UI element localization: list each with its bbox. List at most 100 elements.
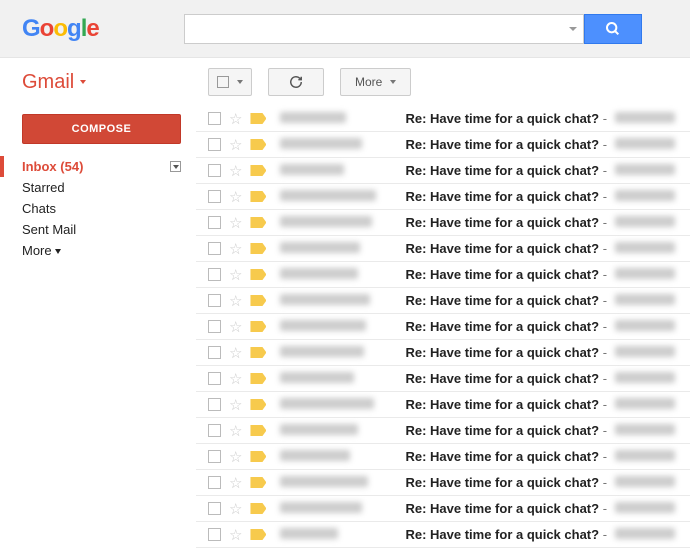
important-tag-icon[interactable]: [250, 269, 266, 280]
subject: Re: Have time for a quick chat? -: [405, 319, 607, 334]
preview: [615, 293, 675, 308]
refresh-button[interactable]: [268, 68, 324, 96]
compose-button[interactable]: COMPOSE: [22, 114, 181, 144]
important-tag-icon[interactable]: [250, 295, 266, 306]
row-checkbox[interactable]: [208, 242, 221, 255]
star-icon[interactable]: ☆: [229, 188, 242, 206]
mail-row[interactable]: ☆ Re: Have time for a quick chat? -: [196, 262, 690, 288]
mail-row[interactable]: ☆Re: Have time for a quick chat? -: [196, 158, 690, 184]
search-button[interactable]: [584, 14, 642, 44]
important-tag-icon[interactable]: [250, 503, 266, 514]
star-icon[interactable]: ☆: [229, 370, 242, 388]
row-checkbox[interactable]: [208, 138, 221, 151]
subject: Re: Have time for a quick chat? -: [405, 501, 607, 516]
star-icon[interactable]: ☆: [229, 396, 242, 414]
star-icon[interactable]: ☆: [229, 214, 242, 232]
important-tag-icon[interactable]: [250, 451, 266, 462]
star-icon[interactable]: ☆: [229, 500, 242, 518]
mail-row[interactable]: ☆Re: Have time for a quick chat? -: [196, 236, 690, 262]
mail-row[interactable]: ☆ Re: Have time for a quick chat? -: [196, 496, 690, 522]
row-checkbox[interactable]: [208, 502, 221, 515]
mail-row[interactable]: ☆Re: Have time for a quick chat? -: [196, 444, 690, 470]
important-tag-icon[interactable]: [250, 243, 266, 254]
star-icon[interactable]: ☆: [229, 136, 242, 154]
folder-options-icon[interactable]: [170, 161, 181, 172]
star-icon[interactable]: ☆: [229, 292, 242, 310]
important-tag-icon[interactable]: [250, 321, 266, 332]
star-icon[interactable]: ☆: [229, 318, 242, 336]
select-all-button[interactable]: [208, 68, 252, 96]
star-icon[interactable]: ☆: [229, 110, 242, 128]
search-input[interactable]: [184, 14, 584, 44]
mail-row[interactable]: ☆ Re: Have time for a quick chat? -: [196, 314, 690, 340]
important-tag-icon[interactable]: [250, 373, 266, 384]
subject: Re: Have time for a quick chat? -: [405, 397, 607, 412]
sidebar-item-sent-mail[interactable]: Sent Mail: [0, 219, 196, 240]
important-tag-icon[interactable]: [250, 217, 266, 228]
row-checkbox[interactable]: [208, 190, 221, 203]
mail-row[interactable]: ☆ Re: Have time for a quick chat? -: [196, 392, 690, 418]
star-icon[interactable]: ☆: [229, 448, 242, 466]
sender: [280, 215, 405, 230]
subject: Re: Have time for a quick chat? -: [405, 267, 607, 282]
row-checkbox[interactable]: [208, 268, 221, 281]
important-tag-icon[interactable]: [250, 165, 266, 176]
mail-row[interactable]: ☆Re: Have time for a quick chat? -: [196, 106, 690, 132]
subject: Re: Have time for a quick chat? -: [405, 137, 607, 152]
important-tag-icon[interactable]: [250, 399, 266, 410]
row-checkbox[interactable]: [208, 372, 221, 385]
more-button[interactable]: More: [340, 68, 411, 96]
row-checkbox[interactable]: [208, 476, 221, 489]
row-checkbox[interactable]: [208, 164, 221, 177]
sidebar-item-starred[interactable]: Starred: [0, 177, 196, 198]
sidebar-item-more[interactable]: More: [0, 240, 196, 261]
mail-row[interactable]: ☆Re: Have time for a quick chat? -: [196, 470, 690, 496]
row-checkbox[interactable]: [208, 112, 221, 125]
important-tag-icon[interactable]: [250, 529, 266, 540]
mail-row[interactable]: ☆Re: Have time for a quick chat? -: [196, 184, 690, 210]
row-checkbox[interactable]: [208, 346, 221, 359]
important-tag-icon[interactable]: [250, 425, 266, 436]
star-icon[interactable]: ☆: [229, 240, 242, 258]
row-checkbox[interactable]: [208, 424, 221, 437]
important-tag-icon[interactable]: [250, 477, 266, 488]
star-icon[interactable]: ☆: [229, 266, 242, 284]
sender: [280, 111, 405, 126]
important-tag-icon[interactable]: [250, 113, 266, 124]
google-logo[interactable]: Google: [22, 15, 99, 43]
star-icon[interactable]: ☆: [229, 344, 242, 362]
subject: Re: Have time for a quick chat? -: [405, 293, 607, 308]
important-tag-icon[interactable]: [250, 139, 266, 150]
row-checkbox[interactable]: [208, 528, 221, 541]
row-checkbox[interactable]: [208, 450, 221, 463]
mail-row[interactable]: ☆ Re: Have time for a quick chat? -: [196, 288, 690, 314]
mail-row[interactable]: ☆Re: Have time for a quick chat? -: [196, 340, 690, 366]
star-icon[interactable]: ☆: [229, 162, 242, 180]
sender: [280, 371, 405, 386]
important-tag-icon[interactable]: [250, 191, 266, 202]
toolbar-row: Gmail More: [0, 58, 690, 106]
sidebar-item-chats[interactable]: Chats: [0, 198, 196, 219]
important-tag-icon[interactable]: [250, 347, 266, 358]
app-title[interactable]: Gmail: [0, 71, 196, 94]
star-icon[interactable]: ☆: [229, 474, 242, 492]
preview: [615, 423, 675, 438]
row-checkbox[interactable]: [208, 294, 221, 307]
sidebar-item-inbox[interactable]: Inbox (54): [0, 156, 196, 177]
row-checkbox[interactable]: [208, 320, 221, 333]
mail-row[interactable]: ☆Re: Have time for a quick chat? -: [196, 522, 690, 548]
star-icon[interactable]: ☆: [229, 526, 242, 544]
preview: [615, 501, 675, 516]
mail-row[interactable]: ☆ Re: Have time for a quick chat? -: [196, 132, 690, 158]
row-checkbox[interactable]: [208, 398, 221, 411]
mail-row[interactable]: ☆Re: Have time for a quick chat? -: [196, 210, 690, 236]
star-icon[interactable]: ☆: [229, 422, 242, 440]
sender: [280, 267, 405, 282]
subject: Re: Have time for a quick chat? -: [405, 423, 607, 438]
preview: [615, 189, 675, 204]
mail-row[interactable]: ☆ Re: Have time for a quick chat? -: [196, 418, 690, 444]
row-checkbox[interactable]: [208, 216, 221, 229]
mail-row[interactable]: ☆Re: Have time for a quick chat? -: [196, 366, 690, 392]
sender: [280, 241, 405, 256]
search-options-caret[interactable]: [569, 27, 577, 31]
